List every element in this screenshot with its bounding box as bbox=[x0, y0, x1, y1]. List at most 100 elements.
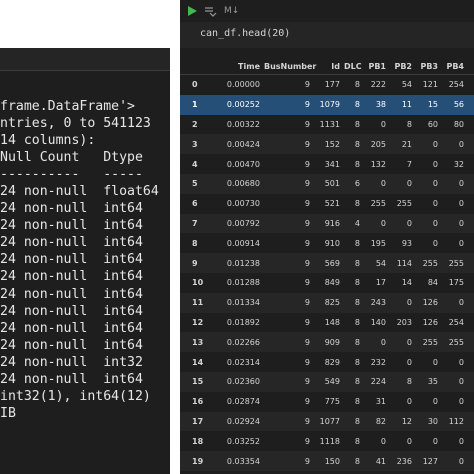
table-cell: 8 bbox=[342, 411, 362, 432]
dataframe-info-panel: frame.DataFrame'> ntries, 0 to 541123 14 c… bbox=[0, 48, 170, 474]
row-index: 4 bbox=[192, 159, 198, 169]
table-cell: 0 bbox=[458, 436, 464, 446]
row-index: 1 bbox=[180, 94, 218, 115]
table-row[interactable]: 130.0226699098002552550 bbox=[180, 332, 474, 353]
table-cell: 341 bbox=[324, 159, 340, 169]
table-cell: 0 bbox=[432, 357, 438, 367]
info-line: ---------- ----- bbox=[0, 167, 143, 183]
info-line: 24 non-null int64 bbox=[0, 235, 143, 251]
table-cell: 9 bbox=[304, 357, 310, 367]
table-cell: 254 bbox=[448, 80, 464, 90]
output-toolbar bbox=[0, 48, 170, 71]
code-cell[interactable]: can_df.head(20) bbox=[180, 22, 474, 48]
table-cell: 54 bbox=[362, 253, 388, 273]
table-cell: 0.00914 bbox=[226, 238, 260, 248]
table-cell: 0 bbox=[432, 397, 438, 407]
table-row[interactable]: 12 0.01892 9 148 8 140 203 126 25441 bbox=[180, 313, 474, 333]
table-cell: 254 bbox=[448, 317, 464, 327]
table-cell: 9 bbox=[304, 278, 310, 288]
table-cell: 0 bbox=[414, 213, 440, 234]
table-row[interactable]: 80.009149910819593000 bbox=[180, 233, 474, 253]
table-row[interactable]: 4 0.00470 9 341 8 132 7 0 3229 bbox=[180, 154, 474, 174]
table-row[interactable]: 110.013349825824301260200 bbox=[180, 292, 474, 313]
row-index: 11 bbox=[180, 292, 218, 313]
table-cell: 9 bbox=[304, 238, 310, 248]
table-cell: 8 bbox=[354, 317, 360, 327]
table-cell: 222 bbox=[370, 80, 386, 90]
row-index: 3 bbox=[180, 134, 218, 155]
play-icon[interactable] bbox=[186, 5, 198, 17]
table-cell: 0.03354 bbox=[218, 451, 262, 471]
table-cell: 0 bbox=[466, 194, 474, 214]
run-below-icon[interactable] bbox=[204, 5, 218, 17]
column-header bbox=[180, 58, 218, 75]
info-line: IB bbox=[0, 405, 16, 421]
table-cell: 9 bbox=[262, 134, 312, 155]
table-row[interactable]: 60.0073095218255255000 bbox=[180, 194, 474, 214]
table-row[interactable]: 70.007929916400000 bbox=[180, 213, 474, 234]
table-row[interactable]: 10 0.01288 9 849 8 17 14 84 17595 bbox=[180, 273, 474, 293]
table-cell: 0.00252 bbox=[218, 94, 262, 115]
table-cell: 0 bbox=[432, 159, 438, 169]
row-index: 19 bbox=[180, 451, 218, 471]
table-row[interactable]: 20.00322911318086080128 bbox=[180, 115, 474, 135]
table-cell: 127 bbox=[414, 451, 440, 471]
table-cell: 0 bbox=[388, 332, 414, 353]
column-header: PB2 bbox=[394, 61, 412, 71]
table-cell: 9 bbox=[262, 411, 312, 432]
table-row[interactable]: 160.0287497758310000 bbox=[180, 392, 474, 412]
table-cell: 0 bbox=[380, 119, 386, 129]
table-row[interactable]: 190.03354915084123612700 bbox=[180, 451, 474, 471]
table-row[interactable]: 180.0325291118800000 bbox=[180, 431, 474, 451]
table-cell: 114 bbox=[388, 253, 414, 273]
table-row[interactable]: 140.02314982982320000 bbox=[180, 352, 474, 372]
table-cell: 0 bbox=[466, 134, 474, 155]
table-cell: 0 bbox=[466, 352, 474, 372]
table-cell: 35 bbox=[414, 371, 440, 392]
table-cell: 56 bbox=[440, 94, 466, 115]
table-cell: 0.02314 bbox=[226, 357, 260, 367]
column-header: PB3 bbox=[420, 61, 438, 71]
table-cell: 0.00730 bbox=[226, 199, 260, 209]
info-line: int32(1), int64(12) bbox=[0, 388, 151, 404]
code-text[interactable]: can_df.head(20) bbox=[200, 28, 290, 39]
table-cell: 1118 bbox=[319, 436, 340, 446]
table-cell: 0 bbox=[466, 371, 474, 392]
table-cell: 0 bbox=[458, 397, 464, 407]
table-cell: 9 bbox=[262, 253, 312, 273]
info-line: 24 non-null int64 bbox=[0, 286, 143, 302]
table-row[interactable]: 0 0.00000 9 177 8 222 54 121 2542 bbox=[180, 75, 474, 95]
row-index: 8 bbox=[192, 238, 198, 248]
row-index: 14 bbox=[192, 357, 204, 367]
table-cell: 0.02360 bbox=[218, 371, 262, 392]
table-row[interactable]: 150.023609549822483500 bbox=[180, 371, 474, 392]
table-cell: 9 bbox=[304, 199, 310, 209]
table-row[interactable]: 170.02924910778821230112200 bbox=[180, 411, 474, 432]
table-row[interactable]: 50.006809501600000 bbox=[180, 173, 474, 194]
table-cell: 9 bbox=[262, 173, 312, 194]
table-cell: 0.03252 bbox=[226, 436, 260, 446]
table-cell: 8 bbox=[354, 436, 360, 446]
table-row[interactable]: 10.0025291079838111556100 bbox=[180, 94, 474, 115]
table-cell: 1077 bbox=[312, 411, 342, 432]
table-row[interactable]: 90.012389569854114255255255 bbox=[180, 253, 474, 273]
table-cell: 916 bbox=[312, 213, 342, 234]
table-cell: 0.00000 bbox=[226, 80, 260, 90]
table-cell: 8 bbox=[342, 451, 362, 471]
table-cell: 140 bbox=[370, 317, 386, 327]
table-cell: 0 bbox=[440, 134, 466, 155]
row-index: 2 bbox=[192, 119, 198, 129]
table-cell: 0.01892 bbox=[226, 317, 260, 327]
table-cell: 126 bbox=[422, 317, 438, 327]
info-line: 24 non-null int32 bbox=[0, 354, 143, 370]
row-index: 6 bbox=[192, 199, 198, 209]
table-cell: 112 bbox=[440, 411, 466, 432]
table-cell: 0 bbox=[466, 213, 474, 234]
table-cell: 9 bbox=[262, 292, 312, 313]
table-cell: 0 bbox=[362, 213, 388, 234]
info-line: 24 non-null int64 bbox=[0, 320, 143, 336]
row-index: 0 bbox=[192, 80, 198, 90]
table-cell: 60 bbox=[427, 119, 438, 129]
table-cell: 0 bbox=[362, 173, 388, 194]
table-row[interactable]: 30.004249152820521000 bbox=[180, 134, 474, 155]
